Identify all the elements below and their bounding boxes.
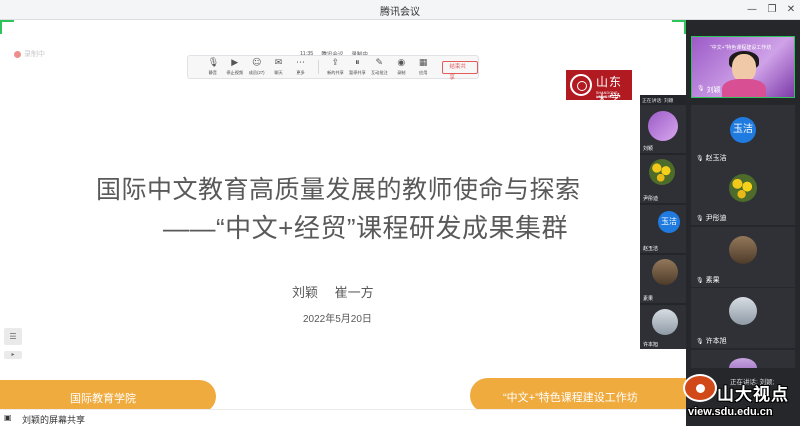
slide-authors: 刘颖 崔一方 bbox=[292, 285, 374, 300]
pause-share-button[interactable]: ⏸ 暂停共享 bbox=[347, 57, 369, 76]
annotate-button[interactable]: ✎ 互动批注 bbox=[369, 57, 391, 76]
watermark-url: view.sdu.edu.cn bbox=[688, 406, 773, 418]
floating-participant-tile[interactable]: 刘颖 bbox=[640, 105, 686, 153]
window-title: 腾讯会议 bbox=[380, 7, 420, 18]
chat-icon: ✉ bbox=[274, 57, 283, 68]
host-name: 🎙 刘颖 bbox=[697, 85, 721, 94]
mute-button[interactable]: 🎙 静音 bbox=[202, 57, 224, 76]
slide-title: 国际中文教育高质量发展的教师使命与探索 bbox=[96, 176, 581, 204]
meeting-window: 腾讯会议 — ❐ ✕ 录制中 11:35 腾讯会议 录制中 🎙静音 ▶停止视频 … bbox=[0, 0, 800, 426]
eye-logo-icon bbox=[683, 374, 717, 402]
record-dot-icon bbox=[14, 50, 21, 58]
mic-icon: 🎙 bbox=[697, 85, 705, 92]
avatar: 玉洁 bbox=[730, 117, 756, 143]
avatar bbox=[729, 236, 757, 264]
participant-tile[interactable]: 玉洁 🎙 赵玉洁 bbox=[691, 105, 795, 165]
left-banner-text: 国际教育学院 bbox=[70, 393, 136, 405]
share-border-corner bbox=[672, 20, 686, 34]
screen-share-label: 刘颖的屏幕共享 bbox=[22, 415, 86, 425]
share-toolbar: 🎙 静音 ▶ 停止视频 ☺ 成员(27) ✉ 聊天 ⋯ 更多 ⇪ 新的共享 ⏸ 暂停共享 ✎ 互… bbox=[187, 55, 479, 81]
annotate-icon: ✎ bbox=[375, 57, 384, 68]
shared-screen: 录制中 11:35 腾讯会议 录制中 🎙静音 ▶停止视频 ☺成员(27) ✉聊天… bbox=[0, 20, 686, 412]
host-banner: “中文+”特色课程建设工作坊 bbox=[710, 45, 772, 51]
slide-subtitle: ——“中文+经贸”课程研发成果集群 bbox=[163, 213, 569, 243]
floating-participant-panel[interactable]: 正在讲话: 刘颖 刘颖 尹彤迪 玉洁 赵玉洁 素果 许本旭 bbox=[640, 95, 686, 349]
floating-host-thumbnail bbox=[648, 111, 678, 141]
screen-share-icon: ▣ bbox=[4, 413, 12, 422]
host-face bbox=[732, 54, 756, 82]
record-button[interactable]: ◉ 录制 bbox=[390, 57, 412, 76]
members-button[interactable]: ☺ 成员(27) bbox=[246, 57, 268, 76]
mic-icon: 🎙 bbox=[207, 57, 220, 68]
more-button[interactable]: ⋯ 更多 bbox=[290, 57, 312, 76]
record-icon: ◉ bbox=[397, 57, 406, 68]
mic-muted-icon: 🎙 bbox=[696, 154, 704, 162]
avatar bbox=[652, 259, 678, 285]
right-banner-text: “中文+”特色课程建设工作坊 bbox=[503, 392, 638, 404]
host-body bbox=[722, 79, 766, 97]
share-icon: ⇪ bbox=[331, 57, 340, 68]
list-icon[interactable]: ☰ bbox=[4, 328, 22, 345]
university-seal-icon bbox=[570, 74, 592, 96]
close-icon[interactable]: ✕ bbox=[783, 2, 799, 18]
title-bar: 腾讯会议 — ❐ ✕ bbox=[0, 0, 800, 20]
slide-date: 2022年5月20日 bbox=[303, 314, 372, 325]
new-share-button[interactable]: ⇪ 新的共享 bbox=[325, 57, 347, 76]
share-border-corner bbox=[0, 20, 14, 34]
avatar bbox=[729, 297, 757, 325]
participant-sidebar: “中文+”特色课程建设工作坊 🎙 刘颖 玉洁 🎙 赵玉洁 🎙 尹彤迪 🎙 素果 🎙 许本… bbox=[686, 20, 800, 426]
participant-tile[interactable]: 🎙 尹彤迪 bbox=[691, 165, 795, 225]
apps-button[interactable]: ▦ 应用 bbox=[412, 57, 434, 76]
right-banner: “中文+”特色课程建设工作坊 bbox=[470, 378, 686, 412]
watermark-title: 山大视点 bbox=[717, 385, 789, 404]
avatar: 玉洁 bbox=[658, 211, 680, 233]
avatar bbox=[729, 358, 757, 368]
participant-tile[interactable]: 🎙 素果 bbox=[691, 227, 795, 287]
camera-icon: ▶ bbox=[231, 57, 239, 68]
participant-tile[interactable] bbox=[691, 350, 795, 368]
mic-muted-icon: 🎙 bbox=[696, 337, 704, 345]
minimize-icon[interactable]: — bbox=[744, 2, 760, 18]
chat-button[interactable]: ✉ 聊天 bbox=[268, 57, 290, 76]
logo-cn: 山东大学 bbox=[596, 75, 623, 106]
maximize-icon[interactable]: ❐ bbox=[764, 2, 780, 18]
expand-icon[interactable]: ▸ bbox=[4, 351, 22, 359]
share-footer: ▣ 刘颖的屏幕共享 bbox=[0, 409, 686, 426]
apps-icon: ▦ bbox=[418, 57, 428, 68]
floating-participant-tile[interactable]: 玉洁 赵玉洁 bbox=[640, 205, 686, 253]
floating-participant-tile[interactable]: 尹彤迪 bbox=[640, 155, 686, 203]
recording-label: 录制中 bbox=[24, 51, 45, 58]
floating-participant-tile[interactable]: 许本旭 bbox=[640, 305, 686, 349]
left-banner: 国际教育学院 bbox=[0, 380, 216, 412]
toolbar-divider bbox=[317, 60, 319, 74]
members-icon: ☺ bbox=[251, 57, 262, 68]
stop-video-button[interactable]: ▶ 停止视频 bbox=[224, 57, 246, 76]
pause-share-icon: ⏸ bbox=[355, 57, 360, 68]
sdu-watermark: 山大视点 view.sdu.edu.cn bbox=[683, 370, 800, 426]
host-video-tile[interactable]: “中文+”特色课程建设工作坊 🎙 刘颖 bbox=[691, 36, 795, 98]
more-icon: ⋯ bbox=[296, 57, 306, 68]
recording-indicator: 录制中 bbox=[14, 49, 45, 59]
mic-muted-icon: 🎙 bbox=[696, 214, 704, 222]
avatar bbox=[649, 159, 675, 185]
floating-speaking-label: 正在讲话: 刘颖 bbox=[642, 99, 674, 104]
avatar bbox=[729, 174, 757, 202]
logo-en: SHANDONG UNIVERSITY bbox=[596, 91, 620, 99]
end-share-button[interactable]: 结束共享 bbox=[442, 60, 478, 81]
university-logo: 山东大学 SHANDONG UNIVERSITY bbox=[566, 70, 632, 106]
floating-participant-tile[interactable]: 素果 bbox=[640, 255, 686, 303]
participant-tile[interactable]: 🎙 许本旭 bbox=[691, 288, 795, 348]
mic-muted-icon: 🎙 bbox=[696, 276, 704, 284]
avatar bbox=[652, 309, 678, 335]
